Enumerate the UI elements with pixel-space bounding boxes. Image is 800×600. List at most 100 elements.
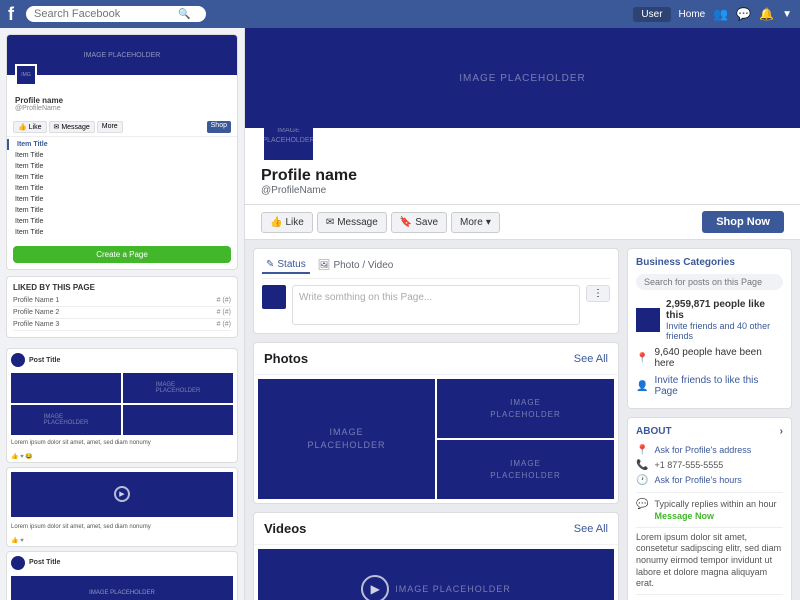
notifications-icon[interactable]: 🔔 <box>759 7 774 21</box>
stat-people-like-sub[interactable]: Invite friends and 40 other friends <box>666 321 783 341</box>
post-composer: ✎ Status 🖼 Photo / Video Write somthing … <box>253 248 619 334</box>
business-categories-title: Business Categories <box>636 257 783 268</box>
preview-shop-btn[interactable]: Shop <box>207 121 231 133</box>
cover-photo: IMAGE PLACEHOLDER <box>245 28 800 128</box>
more-button[interactable]: More ▾ <box>451 212 500 233</box>
stat-avatar <box>636 308 660 332</box>
chat-icon[interactable]: 💬 <box>736 7 751 21</box>
preview-nav-item-1[interactable]: Item Title <box>7 150 237 161</box>
stat-row-been-here: 📍 9,640 people have been here <box>636 344 783 372</box>
cover-placeholder-text: IMAGE PLACEHOLDER <box>459 73 585 84</box>
profile-handle: @ProfileName <box>261 185 784 196</box>
center-content: IMAGE PLACEHOLDER IMAGEPLACEHOLDER Profi… <box>245 28 800 600</box>
left-post-video-2: ▶ <box>11 472 233 517</box>
left-post-avatar-3 <box>11 556 25 570</box>
top-navigation: f 🔍 User Home 👥 💬 🔔 ▼ <box>0 0 800 28</box>
composer-avatar <box>262 285 286 309</box>
preview-nav-item-2[interactable]: Item Title <box>7 161 237 172</box>
home-link[interactable]: Home <box>679 9 706 20</box>
about-reply-row: 💬 Typically replies within an hour Messa… <box>636 497 783 523</box>
preview-cover: IMAGE PLACEHOLDER <box>7 35 237 75</box>
about-hours-link[interactable]: Ask for Profile's hours <box>654 475 741 485</box>
profile-preview-card: IMAGE PLACEHOLDER IMG Profile name @Prof… <box>6 34 238 270</box>
search-input[interactable] <box>34 8 174 20</box>
preview-nav-item-5[interactable]: Item Title <box>7 194 237 205</box>
preview-nav-item-6[interactable]: Item Title <box>7 205 237 216</box>
message-button[interactable]: ✉ Message <box>317 212 387 233</box>
composer-options-button[interactable]: ⋮ <box>586 285 610 302</box>
preview-nav-item-4[interactable]: Item Title <box>7 183 237 194</box>
preview-profile-info: Profile name @ProfileName <box>7 86 237 118</box>
about-card: ABOUT › 📍 Ask for Profile's address 📞 +1… <box>627 417 792 600</box>
main-feed: ✎ Status 🖼 Photo / Video Write somthing … <box>253 248 619 600</box>
search-icon[interactable]: 🔍 <box>178 9 190 20</box>
left-post-title-1: Post Title <box>29 357 60 364</box>
liked-page-count-0: # (#) <box>217 297 231 304</box>
message-now-link[interactable]: Message Now <box>654 511 714 521</box>
about-hours-row: 🕐 Ask for Profile's hours <box>636 473 783 488</box>
search-bar[interactable]: 🔍 <box>26 6 206 22</box>
video-label: IMAGE PLACEHOLDER <box>395 584 511 594</box>
photos-see-all-link[interactable]: See All <box>574 353 608 365</box>
preview-nav-item-8[interactable]: Item Title <box>7 227 237 238</box>
liked-page-count-1: # (#) <box>217 309 231 316</box>
main-wrapper: IMAGE PLACEHOLDER IMG Profile name @Prof… <box>0 28 800 600</box>
preview-nav-item-7[interactable]: Item Title <box>7 216 237 227</box>
left-post-text-2: Lorem ipsum dolor sit amet, amet, sed di… <box>7 521 237 535</box>
liked-pages-card: LIKED BY THIS PAGE Profile Name 1 # (#) … <box>6 276 238 338</box>
stat-invite[interactable]: Invite friends to like this Page <box>654 375 783 397</box>
liked-page-row-2: Profile Name 3 # (#) <box>13 319 231 331</box>
like-button[interactable]: 👍 Like <box>261 212 313 233</box>
composer-tab-status[interactable]: ✎ Status <box>262 257 310 274</box>
preview-more-btn[interactable]: More <box>97 121 123 133</box>
preview-message-btn[interactable]: ✉ Message <box>49 121 95 133</box>
video-play-button[interactable]: ▶ <box>361 575 389 600</box>
friends-icon[interactable]: 👥 <box>713 7 728 21</box>
videos-title: Videos <box>264 521 306 536</box>
left-posts: Post Title IMAGEPLACEHOLDER IMAGEPLACEHO… <box>0 344 244 600</box>
left-post-img-3: IMAGE PLACEHOLDER <box>11 576 233 600</box>
about-expand-icon[interactable]: › <box>780 426 783 437</box>
stat-row-invite: 👤 Invite friends to like this Page <box>636 372 783 400</box>
nav-dropdown-arrow-icon[interactable]: ▼ <box>782 9 792 20</box>
left-post-title-3: Post Title <box>29 559 60 566</box>
photos-section-card: Photos See All IMAGEPLACEHOLDER IMAGEPLA… <box>253 342 619 504</box>
liked-pages-title: LIKED BY THIS PAGE <box>13 283 231 292</box>
preview-profile-name: Profile name <box>15 96 229 105</box>
photo-bottom-right: IMAGEPLACEHOLDER <box>437 440 614 499</box>
user-menu[interactable]: User <box>633 7 670 22</box>
phone-icon: 📞 <box>636 460 648 471</box>
action-row: 👍 Like ✉ Message 🔖 Save More ▾ Shop Now <box>245 205 800 240</box>
composer-text-input[interactable]: Write somthing on this Page... <box>292 285 580 325</box>
videos-section-header: Videos See All <box>254 513 618 545</box>
right-sidebar: Business Categories 2,959,871 people lik… <box>627 248 792 600</box>
left-post-avatar-1 <box>11 353 25 367</box>
business-search-input[interactable] <box>644 277 775 287</box>
photos-title: Photos <box>264 351 308 366</box>
about-description: Lorem ipsum dolor sit amet, consetetur s… <box>636 532 783 590</box>
stat-been-here: 9,640 people have been here <box>654 347 783 369</box>
preview-like-btn[interactable]: 👍 Like <box>13 121 47 133</box>
shop-now-button[interactable]: Shop Now <box>702 211 784 233</box>
liked-page-row-1: Profile Name 2 # (#) <box>13 307 231 319</box>
business-search-box[interactable] <box>636 274 783 290</box>
about-address-link[interactable]: Ask for Profile's address <box>654 445 751 455</box>
preview-nav-item-0[interactable]: Item Title <box>7 139 237 150</box>
liked-page-row-0: Profile Name 1 # (#) <box>13 295 231 307</box>
invite-icon: 👤 <box>636 381 648 392</box>
create-page-button[interactable]: Create a Page <box>13 246 231 263</box>
save-button[interactable]: 🔖 Save <box>391 212 447 233</box>
video-play-icon-2[interactable]: ▶ <box>114 486 130 502</box>
about-reply-text: Typically replies within an hour <box>654 499 776 511</box>
videos-see-all-link[interactable]: See All <box>574 523 608 535</box>
chat-bubble-icon: 💬 <box>636 499 648 510</box>
save-icon: 🔖 <box>400 217 412 228</box>
preview-avatar: IMG <box>15 64 37 86</box>
facebook-logo-icon: f <box>8 4 14 25</box>
videos-section-card: Videos See All ▶ IMAGE PLACEHOLDER <box>253 512 619 600</box>
stat-people-like-count: 2,959,871 people like this <box>666 299 783 321</box>
left-sidebar: IMAGE PLACEHOLDER IMG Profile name @Prof… <box>0 28 245 600</box>
preview-nav-item-3[interactable]: Item Title <box>7 172 237 183</box>
composer-tab-photo[interactable]: 🖼 Photo / Video <box>314 257 398 274</box>
preview-profile-sub: @ProfileName <box>15 105 229 112</box>
